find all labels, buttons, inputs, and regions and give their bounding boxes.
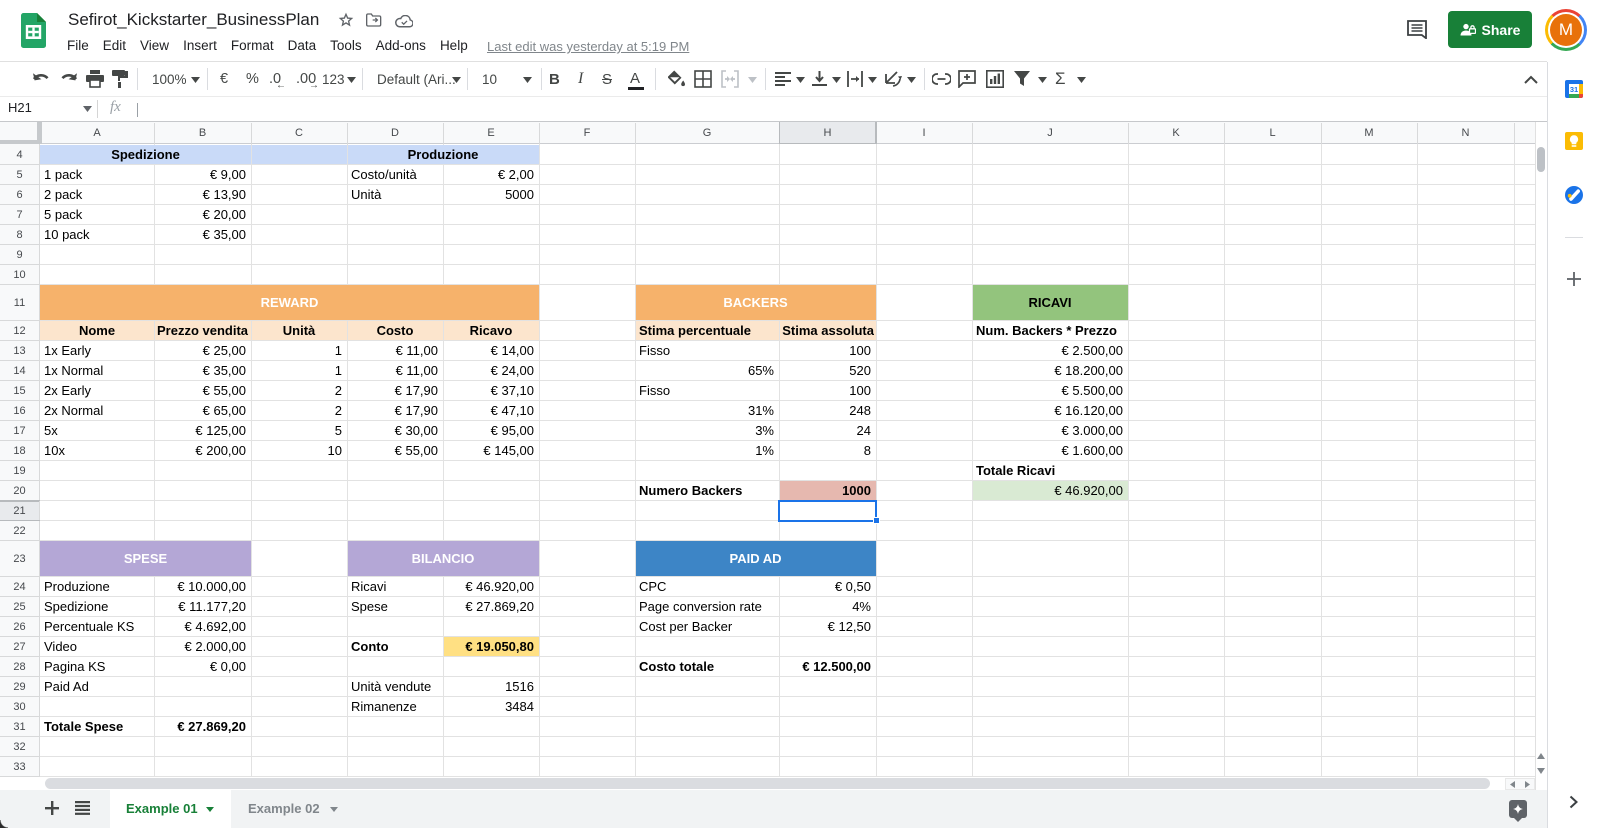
svg-text:31: 31 xyxy=(1570,85,1578,94)
